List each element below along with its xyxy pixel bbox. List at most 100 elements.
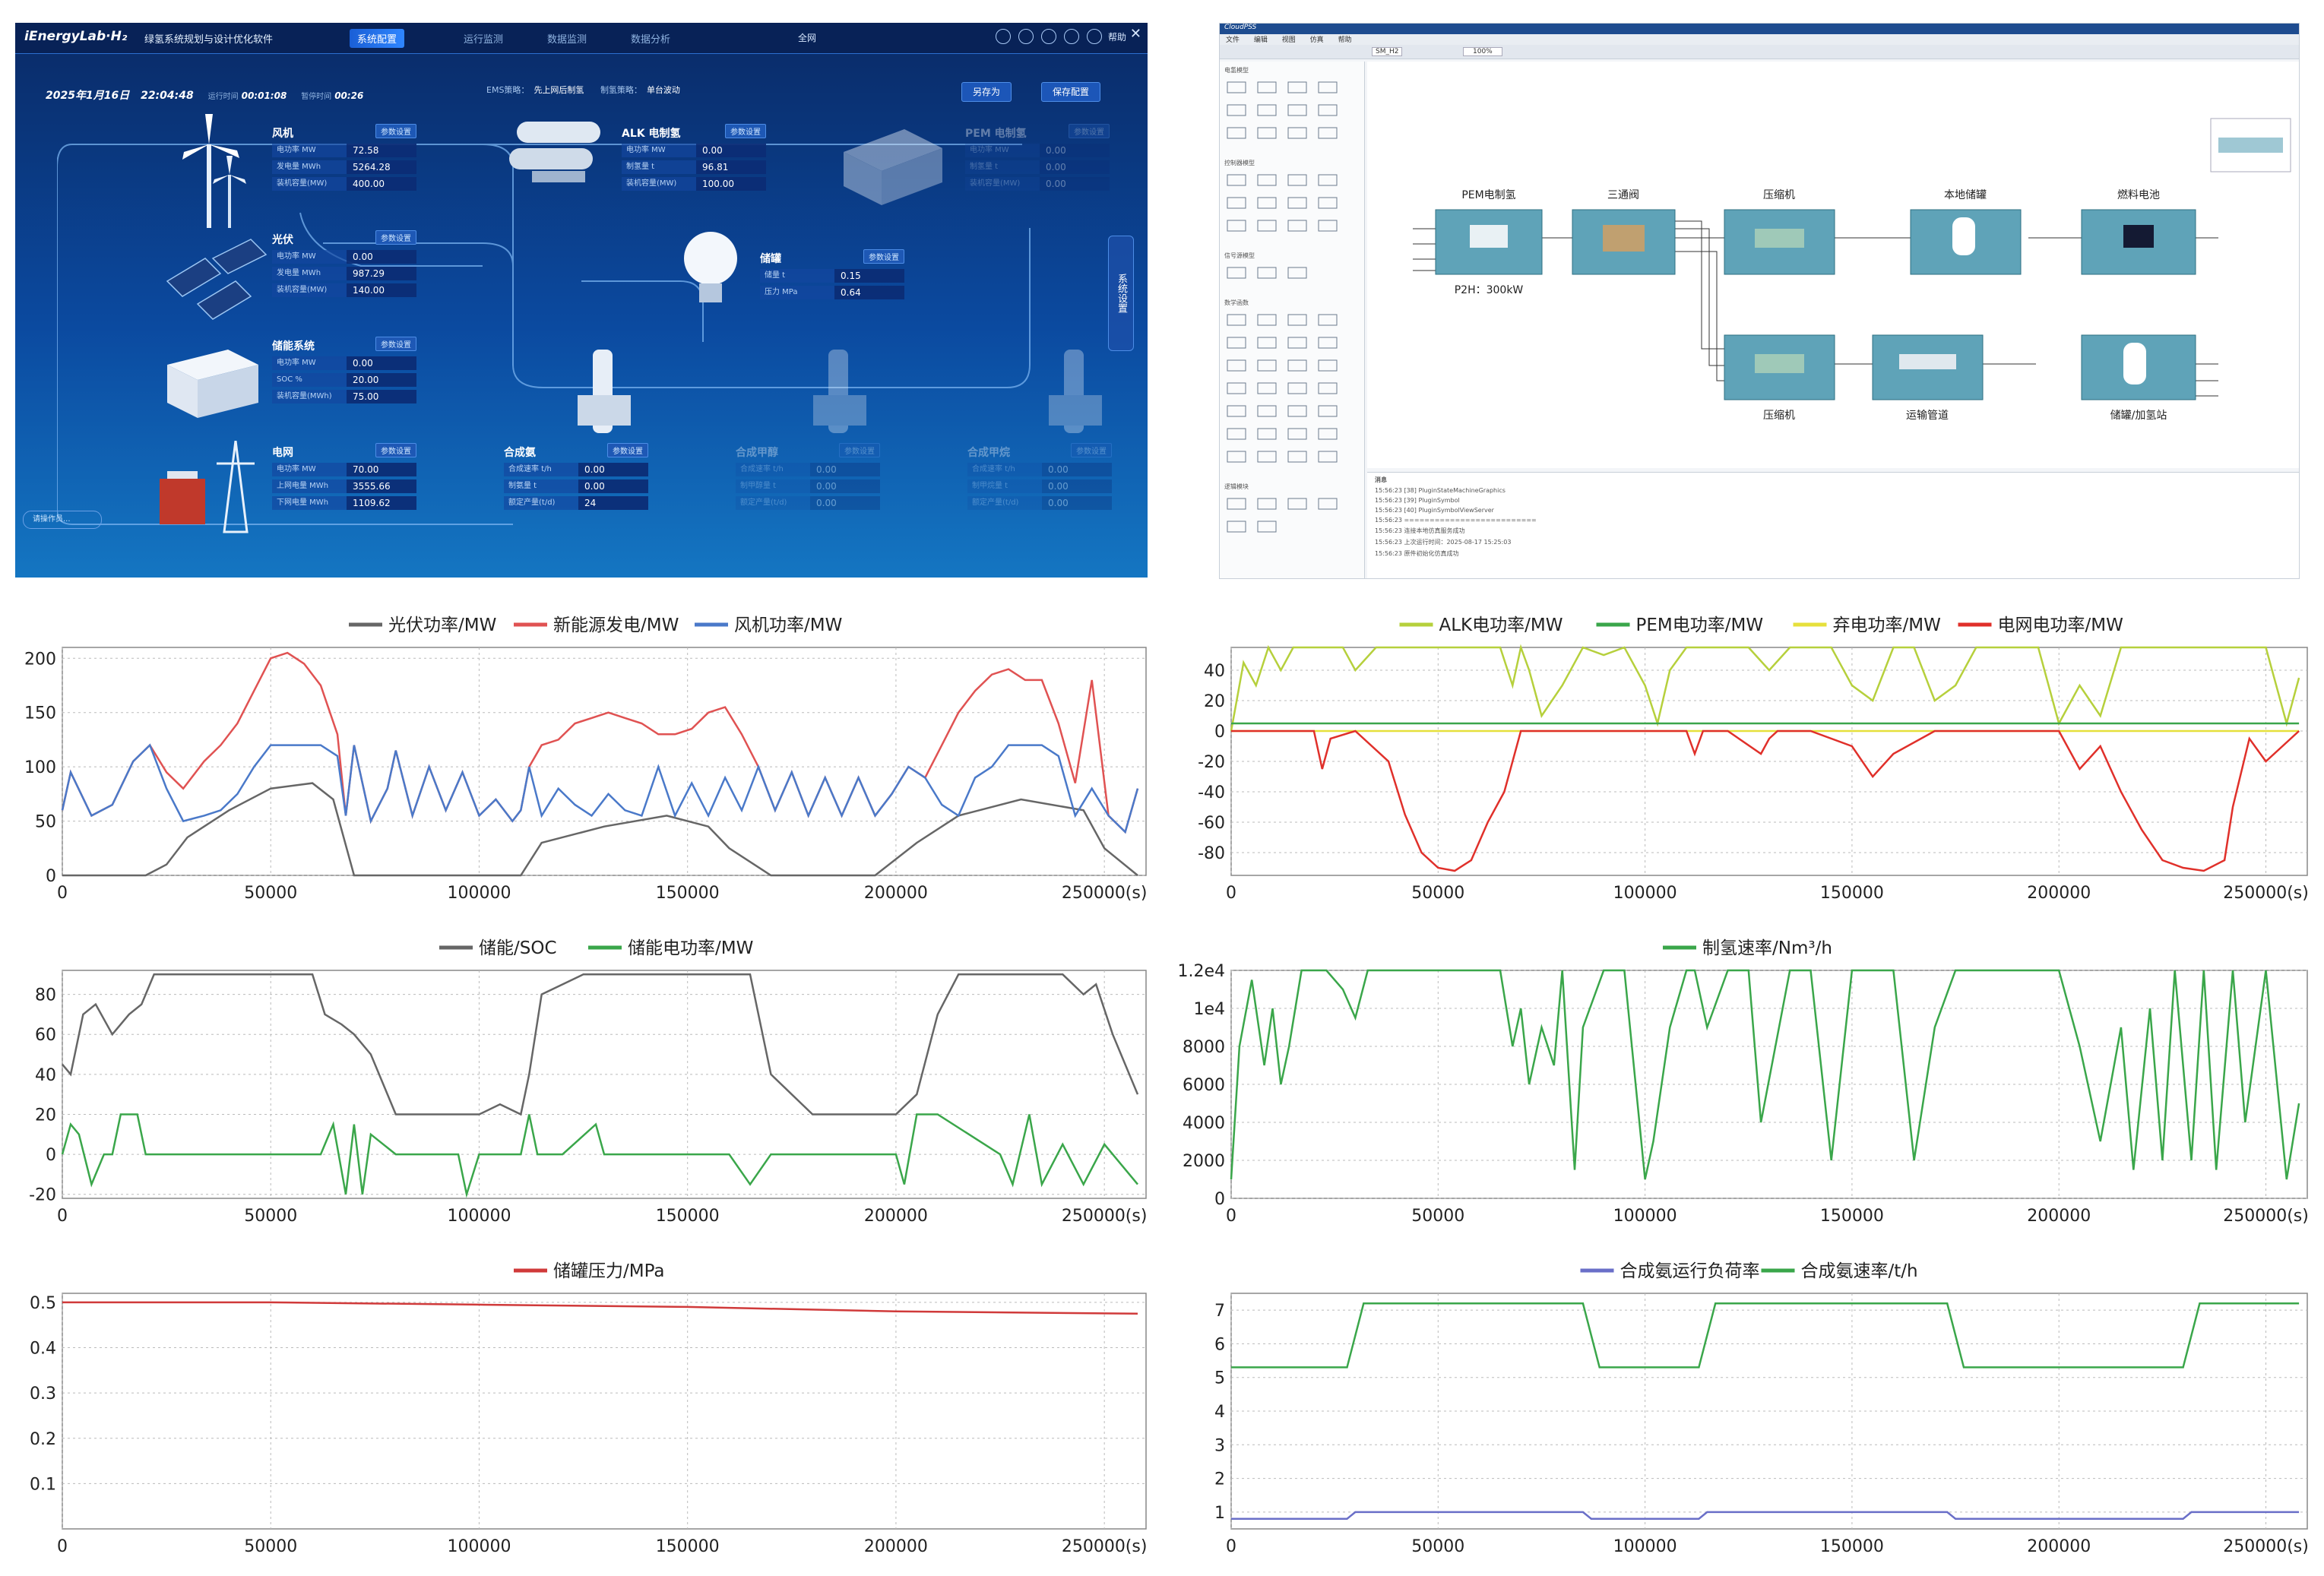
x-tick-label: 250000(s)	[1062, 1207, 1148, 1226]
tab-data-monitor[interactable]: 数据监测	[540, 29, 594, 48]
lib-section-source[interactable]: 信号源模型	[1224, 252, 1364, 260]
sim-toolbar: SM_H2 100%	[1220, 45, 2299, 59]
tank-param-button[interactable]: 参数设置	[863, 249, 904, 264]
console-line: 15:56:23 原件初始化仿真成功	[1375, 550, 1459, 557]
strategy-bar: EMS策略： 先上网后制氢 制氢策略： 单台波动	[486, 84, 694, 96]
grid-power-value: 70.00	[347, 463, 416, 476]
system-settings-tab[interactable]: 系统设置	[1108, 236, 1134, 351]
grid-import-label: 下网电量 MWh	[277, 498, 329, 507]
y-tick-label: 50	[35, 813, 56, 832]
pem-capacity-value[interactable]: 0.00	[1040, 177, 1110, 191]
methanol-rate-value: 0.00	[810, 463, 880, 476]
methanol-param-button[interactable]: 参数设置	[839, 443, 880, 457]
sim-tab[interactable]: SM_H2	[1372, 47, 1403, 56]
tab-run-monitor[interactable]: 运行监测	[456, 29, 511, 48]
x-tick-label: 100000	[1613, 884, 1677, 903]
x-tick-label: 50000	[1411, 1207, 1464, 1226]
storage-capacity-value[interactable]: 75.00	[347, 390, 416, 403]
sim-console: 消息 15:56:23 [38] PluginStateMachineGraph…	[1367, 472, 2299, 578]
y-tick-label: 0.3	[30, 1385, 56, 1404]
ems-value[interactable]: 先上网后制氢	[534, 85, 584, 95]
stop-icon[interactable]	[1064, 29, 1079, 44]
x-tick-label: 100000	[447, 1207, 511, 1226]
x-tick-label: 200000	[864, 1537, 928, 1556]
sim-diagram: PEM电制氢 三通阀 压缩机 本地储罐 燃料电池 压缩机 运输管道 储罐/加氢站…	[1413, 118, 2291, 422]
methane-param-button[interactable]: 参数设置	[1071, 443, 1112, 457]
tab-system-config[interactable]: 系统配置	[350, 29, 405, 48]
pv-param-button[interactable]: 参数设置	[375, 230, 416, 245]
storage-power-label: 电功率 MW	[277, 359, 316, 367]
tank-storage-label: 储量 t	[765, 271, 786, 280]
help-link[interactable]: 帮助	[1108, 30, 1126, 43]
x-tick-label: 50000	[244, 884, 297, 903]
y-tick-label: 2000	[1183, 1152, 1225, 1171]
legend-label: 光伏功率/MW	[388, 616, 496, 635]
storage-param-button[interactable]: 参数设置	[375, 337, 416, 351]
legend-label: 储能/SOC	[479, 938, 557, 958]
x-tick-label: 100000	[1613, 1537, 1677, 1556]
save-as-button[interactable]: 另存为	[961, 82, 1012, 102]
record-icon[interactable]	[996, 29, 1011, 44]
ammonia-amount-value: 0.00	[578, 479, 648, 493]
pem-param-button[interactable]: 参数设置	[1069, 124, 1110, 138]
methane-rated-value[interactable]: 0.00	[1042, 496, 1112, 510]
menu-simulate[interactable]: 仿真	[1310, 36, 1324, 44]
y-tick-label: 0	[1214, 723, 1225, 742]
pv-capacity-value[interactable]: 140.00	[347, 283, 416, 297]
app-title: 绿氢系统规划与设计优化软件	[144, 34, 274, 46]
block-fuel-cell-label: 燃料电池	[2117, 188, 2160, 201]
wind-param-button[interactable]: 参数设置	[375, 124, 416, 138]
methanol-rated-value[interactable]: 0.00	[810, 496, 880, 510]
y-tick-label: 4000	[1183, 1114, 1225, 1133]
operator-search[interactable]: 请操作员...	[23, 511, 102, 529]
block-pipeline-label: 运输管道	[1906, 410, 1949, 422]
grid-param-button[interactable]: 参数设置	[375, 443, 416, 457]
lib-section-controller[interactable]: 控制器模型	[1224, 159, 1364, 167]
x-tick-label: 100000	[447, 884, 511, 903]
zoom-select[interactable]: 100%	[1463, 47, 1502, 56]
lib-math-grid	[1227, 314, 1338, 463]
methane-amount-value: 0.00	[1042, 479, 1112, 493]
y-tick-label: -80	[1198, 844, 1225, 863]
ammonia-panel: 合成氨 参数设置 合成速率 t/h 0.00 制氨量 t 0.00 额定产量(t/d…	[504, 443, 648, 510]
pause-icon[interactable]	[1041, 29, 1056, 44]
run-time-label: 运行时间	[207, 93, 239, 101]
chart-ammonia-svg: 0 50000 100000 150000 200000 250000(s) 1 2 3 4 5 6 7…	[1214, 1261, 2309, 1556]
tab-data-analysis[interactable]: 数据分析	[623, 29, 678, 48]
hydrogen-strategy-value[interactable]: 单台波动	[647, 85, 680, 95]
chart-electrolysis: 0 50000 100000 150000 200000 250000(s) -80 -60 -…	[1163, 608, 2324, 919]
lib-controller-grid	[1227, 174, 1338, 232]
ammonia-param-button[interactable]: 参数设置	[607, 443, 648, 457]
methane-rate-value: 0.00	[1042, 463, 1112, 476]
y-tick-label: -40	[1198, 783, 1225, 802]
alk-capacity-value[interactable]: 100.00	[696, 177, 766, 191]
alk-param-button[interactable]: 参数设置	[725, 124, 766, 138]
menu-view[interactable]: 视图	[1282, 36, 1296, 44]
wind-panel: 风机 参数设置 电功率 MW 72.58 发电量 MWh 5264.28 装机容量(…	[272, 124, 416, 191]
wind-power-label: 电功率 MW	[277, 146, 316, 154]
lib-section-logic[interactable]: 逻辑模块	[1224, 483, 1364, 491]
info-icon[interactable]	[1087, 29, 1102, 44]
x-tick-label: 0	[1226, 884, 1236, 903]
sim-canvas[interactable]: PEM电制氢 三通阀 压缩机 本地储罐 燃料电池 压缩机 运输管道 储罐/加氢站…	[1367, 62, 2299, 468]
menu-help[interactable]: 帮助	[1338, 36, 1352, 44]
methanol-amount-value: 0.00	[810, 479, 880, 493]
minimap-viewport[interactable]	[2218, 138, 2283, 153]
chart-power: 0 50000 100000 150000 200000 250000(s) 0 50 100 1…	[0, 608, 1163, 919]
legend-label: PEM电功率/MW	[1636, 616, 1764, 635]
y-tick-label: 0	[46, 1146, 56, 1165]
pem-h2-value: 0.00	[1040, 160, 1110, 174]
menu-edit[interactable]: 编辑	[1254, 36, 1268, 44]
x-tick-label: 250000(s)	[2223, 1207, 2309, 1226]
console-title: 消息	[1375, 476, 1387, 483]
close-icon[interactable]: ✕	[1130, 26, 1141, 42]
menu-file[interactable]: 文件	[1226, 36, 1240, 44]
header-scope: 全网	[798, 33, 817, 43]
ammonia-rated-value[interactable]: 24	[578, 496, 648, 510]
play-icon[interactable]	[1018, 29, 1034, 44]
lib-section-hydrogen[interactable]: 电氢模型	[1224, 66, 1364, 74]
save-config-button[interactable]: 保存配置	[1041, 82, 1101, 102]
block-compressor1-label: 压缩机	[1763, 189, 1795, 201]
wind-capacity-value[interactable]: 400.00	[347, 177, 416, 191]
lib-section-math[interactable]: 数学函数	[1224, 299, 1364, 307]
